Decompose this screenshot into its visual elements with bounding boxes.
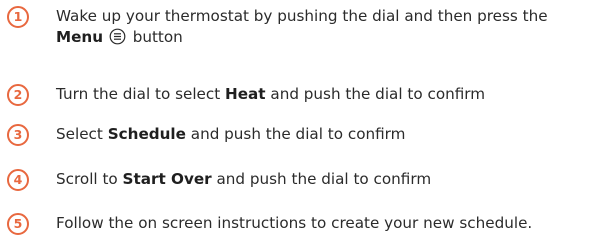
step-text: Follow the on screen instructions to cre…: [56, 214, 533, 232]
step-2-before: Turn the dial to select: [56, 85, 221, 103]
step-number-badge: 4: [7, 169, 29, 191]
menu-icon: [109, 28, 126, 51]
step-text: Scroll to Start Over and push the dial t…: [56, 169, 431, 190]
step-1-after: button: [132, 28, 183, 46]
step-3-after: and push the dial to confirm: [190, 125, 406, 143]
step-number-badge: 1: [7, 6, 29, 28]
step-text: Select Schedule and push the dial to con…: [56, 124, 405, 145]
instruction-steps: 1 Wake up your thermostat by pushing the…: [0, 0, 595, 241]
menu-label: Menu: [56, 28, 104, 46]
step-4-before: Scroll to: [56, 170, 118, 188]
step-text: Turn the dial to select Heat and push th…: [56, 84, 485, 105]
start-over-label: Start Over: [122, 170, 212, 188]
step-1-line-1: Wake up your thermostat by pushing the d…: [56, 7, 548, 25]
schedule-label: Schedule: [107, 125, 186, 143]
step-number-badge: 5: [7, 213, 29, 235]
step-4-after: and push the dial to confirm: [216, 170, 432, 188]
step-3-before: Select: [56, 125, 103, 143]
heat-label: Heat: [225, 85, 266, 103]
step-number-badge: 2: [7, 84, 29, 106]
step-text: Wake up your thermostat by pushing the d…: [56, 6, 548, 51]
step-2-after: and push the dial to confirm: [270, 85, 486, 103]
step-number-badge: 3: [7, 124, 29, 146]
